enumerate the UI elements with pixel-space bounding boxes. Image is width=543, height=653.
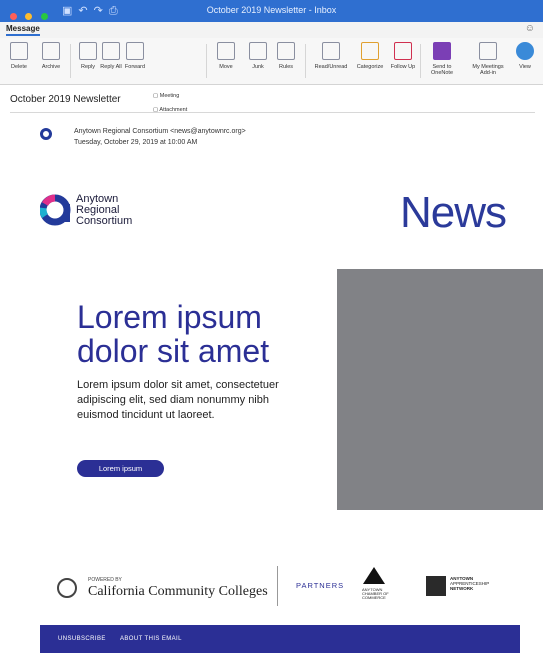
ribbon-divider [305,44,306,78]
divider [277,566,278,606]
window-titlebar: ▣↶↷⎙ October 2019 Newsletter - Inbox [0,0,543,22]
ribbon-divider [420,44,421,78]
newsletter-footer [40,625,520,653]
move-button[interactable]: Move [208,42,244,70]
read-unread-button[interactable]: Read/Unread [309,42,353,70]
chamber-logo-icon [363,567,385,584]
ribbon-divider [70,44,71,78]
org-name: Anytown Regional Consortium [76,193,133,227]
envelope-open-icon [322,42,340,60]
apprenticeship-logo-icon [426,576,446,596]
hero-body: Lorem ipsum dolor sit amet, consectetuer… [77,379,279,421]
consortium-logo-icon [40,194,71,226]
folder-move-icon [217,42,235,60]
forward-icon [126,42,144,60]
partner-apprenticeship: ANYTOWN APPRENTICESHIP NETWORK [450,576,490,591]
help-icon[interactable]: ☺ [525,23,535,34]
cloud-icon [516,42,534,60]
california-community-colleges-seal-icon [57,578,77,598]
cta-button[interactable]: Lorem ipsum [77,460,164,477]
ribbon-divider [206,44,207,78]
reply-icon [79,42,97,60]
ribbon-toolbar: Delete Archive Reply Reply All Forward ▢… [0,38,543,113]
powered-by-label: POWERED BY [88,577,122,583]
hero-headline: Lorem ipsum dolor sit amet [77,299,270,369]
trash-icon [10,42,28,60]
news-heading: News [400,188,507,237]
calendar-icon [479,42,497,60]
window-title: October 2019 Newsletter - Inbox [206,5,337,15]
rules-button[interactable]: Rules [268,42,304,70]
cc-name: California Community Colleges [88,584,268,599]
ribbon-tabs: Message ☺ [0,22,543,39]
reply-all-icon [102,42,120,60]
about-email-link[interactable]: ABOUT THIS EMAIL [120,636,182,642]
archive-button[interactable]: Archive [36,42,66,70]
divider [10,112,535,113]
my-meetings-button[interactable]: My Meetings Add-in [466,42,510,76]
message-date: Tuesday, October 29, 2019 at 10:00 AM [74,139,198,146]
forward-button[interactable]: Forward [120,42,150,70]
partners-label: PARTNERS [296,581,345,590]
archive-icon [42,42,60,60]
unsubscribe-link[interactable]: UNSUBSCRIBE [58,636,106,642]
hero-image-placeholder [337,269,543,510]
send-to-onenote-button[interactable]: Send to OneNote [422,42,462,76]
partner-chamber: ANYTOWN CHAMBER OF COMMERCE [362,587,389,600]
message-subject: October 2019 Newsletter [10,94,121,105]
junk-icon [249,42,267,60]
delete-button[interactable]: Delete [6,42,32,70]
view-button[interactable]: View [510,42,540,70]
categorize-icon [361,42,379,60]
meeting-button[interactable]: ▢ Meeting [153,93,179,99]
onenote-icon [433,42,451,60]
sender-address[interactable]: Anytown Regional Consortium <news@anytow… [74,128,246,135]
sender-avatar [40,128,52,140]
categorize-button[interactable]: Categorize [352,42,388,70]
follow-up-button[interactable]: Follow Up [388,42,418,70]
flag-icon [394,42,412,60]
tab-message[interactable]: Message [6,24,40,36]
rules-icon [277,42,295,60]
